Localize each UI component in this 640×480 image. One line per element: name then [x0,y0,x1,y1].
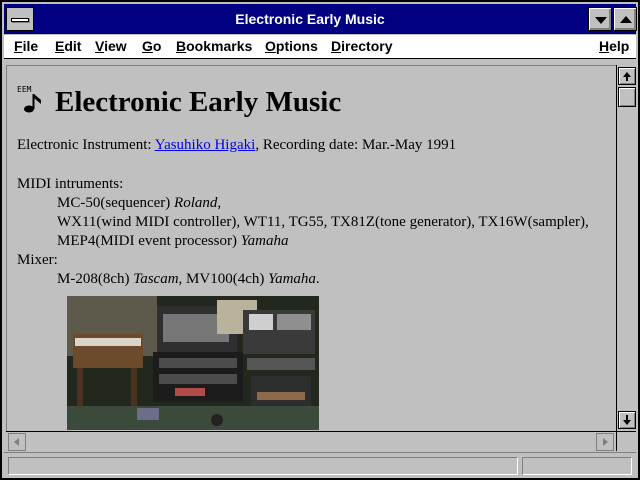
document-view[interactable]: EEM Electronic Early Music Electronic In… [6,65,616,431]
maximize-button[interactable] [613,7,637,31]
minimize-icon [595,17,607,24]
menu-edit[interactable]: Edit [55,38,81,54]
arrow-left-icon [14,438,19,446]
mixer-b: , MV100(4ch) [178,271,269,287]
menu-bookmarks[interactable]: Bookmarks [176,38,252,54]
browser-window: Electronic Early Music File Edit View Go… [0,0,640,480]
scrollbar-corner [616,431,636,451]
studio-photo [67,296,319,430]
scroll-left-button[interactable] [8,433,26,451]
horizontal-scrollbar[interactable] [6,431,616,451]
midi-label: MIDI intruments: [17,176,124,192]
system-menu-icon [11,18,29,22]
system-menu-button[interactable] [6,7,34,31]
menu-bar: File Edit View Go Bookmarks Options Dire… [4,35,636,59]
midi-item-maker: Yamaha [240,233,289,249]
minimize-button[interactable] [588,7,612,31]
mixer-line: M-208(8ch) Tascam, MV100(4ch) Yamaha. [17,270,613,289]
page-heading: Electronic Early Music [55,86,342,118]
midi-item-text: MC-50(sequencer) [57,195,175,211]
vertical-scroll-thumb[interactable] [618,87,636,107]
midi-item-tail: , [217,195,222,211]
midi-item-maker: Roland [174,195,218,211]
scroll-up-button[interactable] [618,67,636,85]
artist-link[interactable]: Yasuhiko Higaki [155,137,256,153]
mixer-a: M-208(8ch) [57,271,134,287]
eem-music-note-icon: EEM [17,84,51,114]
midi-item-text: WX11(wind MIDI controller), WT11, TG55, … [57,214,589,230]
mixer-label: Mixer: [17,252,58,268]
scroll-down-button[interactable] [618,411,636,429]
eem-icon-label: EEM [17,85,32,94]
heading-row: EEM Electronic Early Music [17,80,613,124]
arrow-right-icon [603,438,608,446]
menu-go[interactable]: Go [142,38,161,54]
vertical-scrollbar[interactable] [616,65,636,431]
title-bar[interactable]: Electronic Early Music [4,4,637,34]
midi-item: MEP4(MIDI event processor) Yamaha [17,232,613,251]
window-title: Electronic Early Music [235,11,385,27]
instrument-line: Electronic Instrument: Yasuhiko Higaki, … [17,136,613,155]
scroll-right-button[interactable] [596,433,614,451]
menu-options[interactable]: Options [265,38,318,54]
progress-field [522,457,632,475]
arrow-down-icon [623,420,631,425]
status-bar [4,452,636,478]
maximize-icon [620,16,632,23]
midi-item-text: MEP4(MIDI event processor) [57,233,241,249]
menu-directory[interactable]: Directory [331,38,392,54]
vertical-scroll-track[interactable] [618,107,636,409]
recording-date: , Recording date: Mar.-May 1991 [255,137,457,153]
mixer-b-maker: Yamaha [268,271,316,287]
instrument-prefix: Electronic Instrument: [17,137,155,153]
document-body: EEM Electronic Early Music Electronic In… [17,80,613,430]
menu-view[interactable]: View [95,38,127,54]
menu-help[interactable]: Help [599,38,629,54]
mixer-tail: . [315,271,320,287]
midi-item: WX11(wind MIDI controller), WT11, TG55, … [17,213,613,232]
status-message-field [8,457,518,475]
midi-item: MC-50(sequencer) Roland, [17,194,613,213]
menu-file[interactable]: File [14,38,38,54]
mixer-a-maker: Tascam [133,271,179,287]
